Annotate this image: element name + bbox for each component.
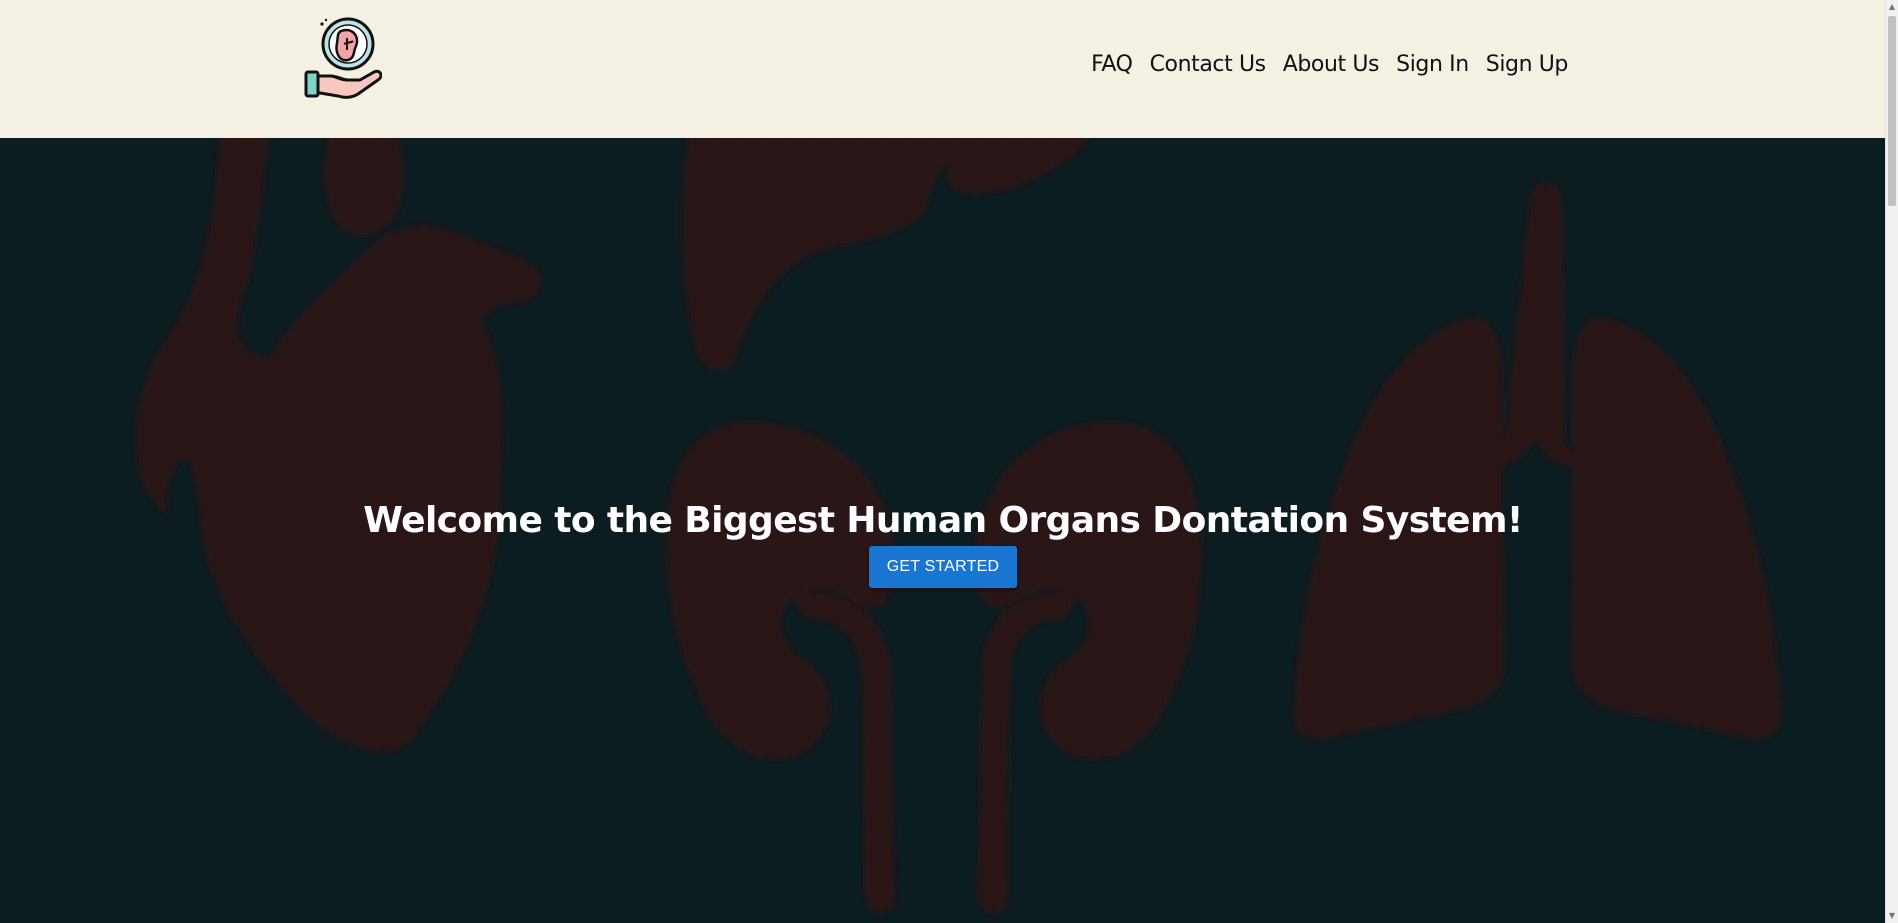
vertical-scrollbar[interactable]: ▲ ▼ [1885,0,1898,923]
nav-link-sign-up[interactable]: Sign Up [1486,52,1569,77]
nav-link-sign-in[interactable]: Sign In [1396,52,1469,77]
nav-link-contact-us[interactable]: Contact Us [1150,52,1267,77]
nav-link-faq[interactable]: FAQ [1091,52,1133,77]
hero-title: Welcome to the Biggest Human Organs Dont… [363,500,1523,542]
lungs-icon [1293,182,1782,739]
organ-donation-hand-icon[interactable] [300,14,383,100]
hero-section: Welcome to the Biggest Human Organs Dont… [0,138,1886,923]
main-nav: FAQ Contact Us About Us Sign In Sign Up [1091,52,1568,77]
get-started-button[interactable]: GET STARTED [869,546,1017,588]
heart-icon [135,138,542,752]
nav-link-about-us[interactable]: About Us [1283,52,1380,77]
liver-icon [682,138,1089,371]
page: FAQ Contact Us About Us Sign In Sign Up [0,0,1898,923]
scroll-up-arrow-icon[interactable]: ▲ [1886,0,1898,14]
site-header: FAQ Contact Us About Us Sign In Sign Up [0,0,1886,138]
scrollbar-thumb[interactable] [1888,16,1896,206]
scroll-down-arrow-icon[interactable]: ▼ [1886,909,1898,923]
kidneys-icon [666,421,1202,913]
